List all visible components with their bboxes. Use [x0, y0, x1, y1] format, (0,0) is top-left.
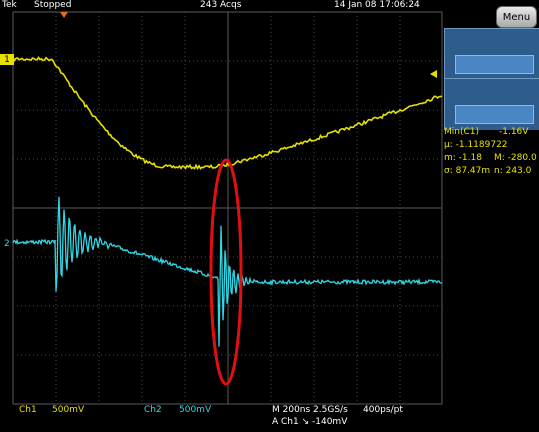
resolution-readout: 400ps/pt: [363, 405, 403, 415]
ch2-label[interactable]: Ch2: [144, 406, 162, 415]
measurement-max: M: -280.0: [494, 153, 537, 163]
timebase-readout[interactable]: M 200ns 2.5GS/s: [272, 406, 348, 415]
timestamp: 14 Jan 08 17:06:24: [334, 0, 420, 10]
acquisition-state: Stopped: [34, 0, 72, 10]
measurement-min: m: -1.18: [444, 153, 482, 163]
side-menu-field-2: [455, 105, 534, 124]
menu-button[interactable]: Menu: [496, 6, 537, 28]
brand-label: Tek: [2, 0, 17, 10]
ch1-scale[interactable]: 500mV: [52, 406, 84, 415]
ch1-label[interactable]: Ch1: [19, 406, 37, 415]
measurement-label: Min(C1): [444, 127, 480, 137]
measurement-stddev: σ: 87.47m: [444, 166, 491, 176]
measurement-count: n: 243.0: [494, 166, 532, 176]
acquisition-count: 243 Acqs: [200, 0, 242, 10]
side-menu-field-1: [455, 55, 534, 74]
measurement-panel: Min(C1) -1.16V µ: -1.1189722 m: -1.18 M:…: [444, 128, 539, 180]
ch1-marker[interactable]: 1: [0, 54, 14, 65]
ch2-marker[interactable]: 2: [4, 239, 10, 249]
side-menu-button-1[interactable]: [444, 28, 539, 80]
measurement-mean: µ: -1.1189722: [444, 140, 508, 150]
ch2-scale[interactable]: 500mV: [179, 406, 211, 415]
trigger-readout[interactable]: A Ch1 ↘ -140mV: [272, 418, 347, 427]
measurement-value: -1.16V: [499, 127, 529, 137]
side-menu-button-2[interactable]: [444, 78, 539, 130]
